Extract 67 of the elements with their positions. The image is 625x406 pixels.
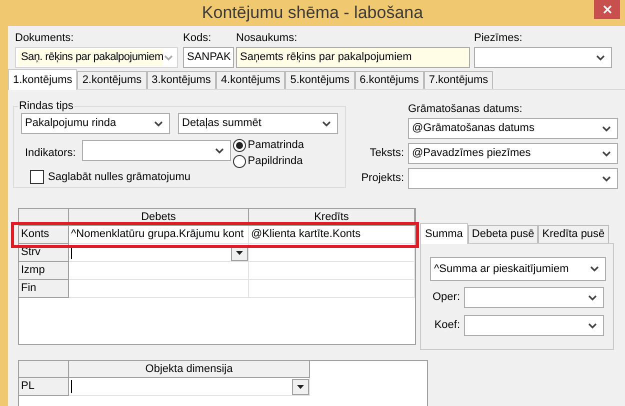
close-button[interactable]: [594, 0, 620, 19]
dropdown-field[interactable]: [464, 315, 604, 336]
dropdown-field[interactable]: @Pavadzīmes piezīmes: [408, 143, 618, 164]
row-header: Konts: [19, 226, 69, 244]
tab[interactable]: Debeta pusē: [468, 225, 538, 243]
chevron-icon: [322, 120, 331, 126]
row-header: Fin: [19, 280, 69, 298]
tab[interactable]: 6.kontējums: [354, 71, 424, 89]
chevron-icon: [602, 176, 611, 182]
radio-button[interactable]: [232, 138, 246, 152]
tab[interactable]: 5.kontējums: [285, 71, 355, 89]
chevron-icon: [154, 120, 163, 126]
table-cell: @Klienta kartīte.Konts: [249, 226, 415, 244]
text-field[interactable]: Saņemts rēķins par pakalpojumiem: [236, 47, 470, 68]
field-label: Nosaukums:: [236, 31, 298, 46]
radio-label: Papildrinda: [248, 154, 303, 169]
tab[interactable]: 3.kontējums: [146, 71, 216, 89]
radio-button[interactable]: [232, 154, 246, 168]
radio-option[interactable]: Papildrinda: [232, 153, 304, 169]
chevron-icon: [602, 126, 611, 132]
dropdown-field[interactable]: Pakalpojumu rinda: [21, 113, 170, 134]
field-label: Piezīmes:: [474, 31, 522, 46]
tab[interactable]: Summa: [420, 223, 468, 244]
caret-icon: [297, 384, 304, 388]
window-title: Kontējumu shēma - labošana: [202, 2, 424, 24]
caret-icon: [236, 250, 243, 254]
dropdown-cell[interactable]: [69, 378, 310, 396]
dropdown-button[interactable]: [292, 378, 309, 394]
dropdown-field[interactable]: [408, 168, 618, 189]
text-field[interactable]: SANPAK: [183, 47, 234, 68]
chevron-icon: [588, 294, 597, 300]
dropdown-field[interactable]: ^Summa ar pieskaitījumiem: [430, 257, 606, 281]
dropdown-field[interactable]: Detaļas summēt: [178, 113, 338, 134]
table-cell: ^Nomenklatūru grupa.Krājumu kont: [69, 226, 249, 244]
tab[interactable]: 1.kontējums: [8, 69, 78, 90]
field-label: Projekts:: [361, 171, 404, 186]
checkbox[interactable]: [30, 170, 44, 184]
column-header: Objekta dimensija: [69, 361, 310, 378]
chevron-icon: [602, 150, 611, 156]
chevron-icon: [596, 54, 605, 60]
field-label: Kods:: [183, 31, 212, 46]
tab[interactable]: 7.kontējums: [424, 71, 494, 89]
field-label: Koef:: [434, 318, 460, 334]
row-header: Izmp: [19, 262, 69, 280]
dropdown-field[interactable]: @Grāmatošanas datums: [408, 118, 618, 139]
chevron-icon: [164, 54, 174, 60]
radio-option[interactable]: Pamatrinda: [232, 137, 304, 153]
chevron-icon: [590, 266, 599, 272]
field-label: Indikators:: [25, 146, 76, 161]
dropdown-field[interactable]: [82, 140, 231, 161]
dropdown-field[interactable]: [464, 287, 604, 308]
field-label: Oper:: [432, 290, 460, 306]
field-label: Dokuments:: [15, 31, 74, 46]
field-label: Teksts:: [370, 146, 404, 162]
radio-label: Pamatrinda: [248, 138, 304, 153]
close-icon: [602, 5, 612, 14]
tab[interactable]: 2.kontējums: [77, 71, 147, 89]
chevron-icon: [214, 148, 224, 154]
dropdown-field[interactable]: [474, 47, 612, 68]
field-label: Grāmatošanas datums:: [408, 102, 522, 117]
tab[interactable]: Kredīta pusē: [538, 225, 609, 243]
checkbox-label: Saglabāt nulles grāmatojumu: [48, 170, 190, 185]
row-header: PL: [19, 378, 69, 396]
tab[interactable]: 4.kontējums: [216, 71, 286, 89]
dropdown-field[interactable]: Saņ. rēķins par pakalpojumiem: [15, 47, 178, 68]
chevron-icon: [588, 322, 597, 328]
group-title: Rindas tips: [18, 100, 74, 112]
